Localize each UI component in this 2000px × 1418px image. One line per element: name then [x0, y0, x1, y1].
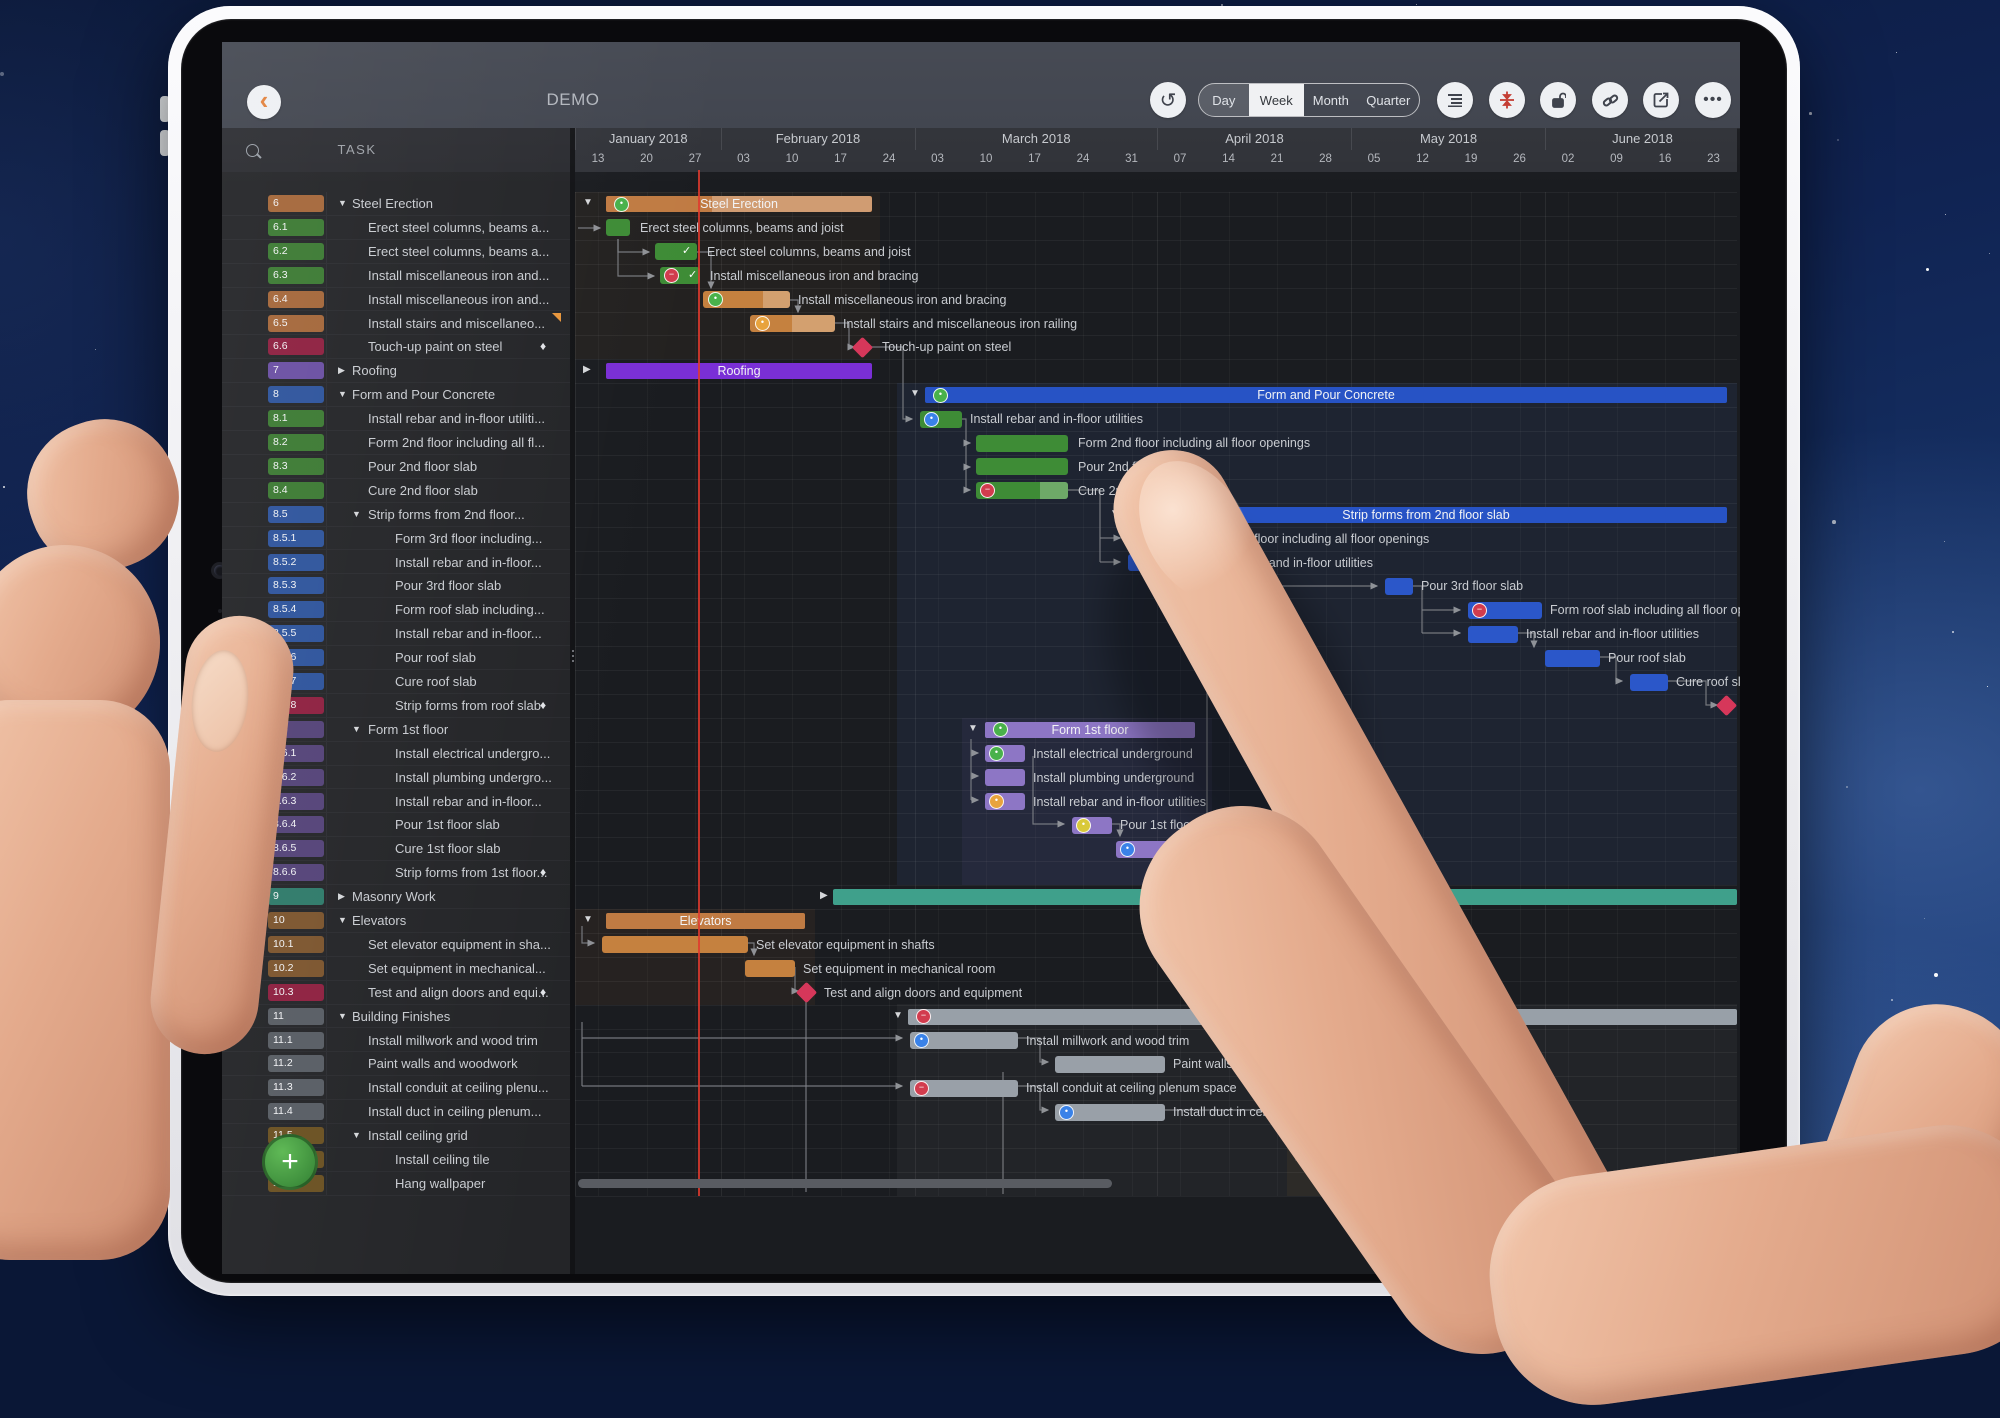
- bar-label: Test and align doors and equipment: [824, 985, 1023, 1000]
- bar-label: Install millwork and wood trim: [1026, 1033, 1190, 1048]
- task-bar[interactable]: [976, 458, 1068, 476]
- bar-label: Install rebar and in-floor utilities: [1526, 627, 1699, 642]
- bar-label: Install stairs and miscellaneous iron ra…: [843, 316, 1078, 331]
- star: [1837, 139, 1840, 142]
- status-icon: •: [614, 196, 629, 212]
- status-icon: •: [1076, 817, 1091, 833]
- star: [1846, 786, 1848, 788]
- disclosure-triangle-icon[interactable]: ▼: [583, 914, 593, 925]
- star: [1987, 686, 1989, 688]
- bar-label: Set equipment in mechanical room: [803, 961, 996, 976]
- bar-label: Pour 3rd floor slab: [1421, 579, 1524, 594]
- star: [1832, 520, 1836, 524]
- bar-label: Form 2nd floor including all floor openi…: [1078, 436, 1311, 450]
- task-bar[interactable]: [1055, 1055, 1165, 1073]
- task-bar[interactable]: [602, 936, 748, 954]
- bar-label: Form and Pour Concrete: [1257, 388, 1395, 403]
- bar-label: Cure roof slab: [1676, 675, 1740, 689]
- star: [0, 72, 5, 77]
- bar-progress-segment: [1040, 482, 1068, 500]
- bar-label: Roofing: [717, 364, 761, 379]
- task-bar[interactable]: [1385, 577, 1413, 595]
- bar-label: Install conduit at ceiling plenum space: [1026, 1081, 1237, 1096]
- star: [1944, 541, 1946, 543]
- bar-label: Install miscellaneous iron and bracing: [798, 292, 1007, 307]
- bar-label: Touch-up paint on steel: [882, 340, 1012, 355]
- star: [1924, 918, 1926, 920]
- left-hand-palm: [0, 700, 170, 1260]
- add-task-button[interactable]: +: [262, 1134, 318, 1190]
- star: [1945, 214, 1947, 216]
- disclosure-triangle-icon[interactable]: ▼: [893, 1010, 903, 1021]
- status-icon: −: [1472, 602, 1487, 618]
- bar-label: Set elevator equipment in shafts: [756, 937, 935, 952]
- task-bar[interactable]: [976, 434, 1068, 452]
- bar-label: Erect steel columns, beams and joist: [640, 220, 844, 235]
- status-icon: −: [916, 1009, 931, 1025]
- star: [1891, 999, 1894, 1002]
- star: [1926, 268, 1929, 271]
- bar-progress-segment: [763, 291, 790, 309]
- star: [3, 486, 6, 489]
- star: [95, 349, 97, 351]
- star: [1416, 4, 1418, 6]
- task-bar[interactable]: [1468, 625, 1518, 643]
- disclosure-triangle-icon[interactable]: ▼: [910, 388, 920, 399]
- status-icon: •: [1059, 1104, 1074, 1120]
- task-bar[interactable]: [606, 219, 630, 237]
- bar-label: Pour roof slab: [1608, 651, 1686, 666]
- disclosure-triangle-icon[interactable]: ▼: [583, 197, 593, 208]
- status-icon: •: [914, 1033, 929, 1048]
- star: [1934, 973, 1939, 978]
- task-bar[interactable]: [1545, 649, 1600, 667]
- status-icon: •: [755, 316, 770, 331]
- bar-label: Steel Erection: [700, 197, 778, 211]
- status-icon: •: [933, 387, 948, 403]
- star: [1952, 631, 1955, 634]
- status-icon: •: [924, 411, 939, 427]
- bar-label: Erect steel columns, beams and joist: [707, 244, 911, 259]
- status-icon: •: [708, 292, 723, 308]
- star: [1809, 112, 1812, 115]
- task-bar[interactable]: [985, 769, 1025, 787]
- disclosure-triangle-icon[interactable]: ▶: [820, 890, 828, 901]
- status-icon: −: [914, 1080, 929, 1096]
- bar-label: Form roof slab including all floor openi…: [1550, 603, 1740, 618]
- bar-label: Elevators: [679, 914, 732, 928]
- star: [1896, 52, 1898, 54]
- checkmark-icon: ✓: [688, 268, 698, 281]
- today-line: [698, 170, 700, 1196]
- bar-label: Install rebar and in-floor utilities: [970, 412, 1143, 427]
- bar-progress-segment: [792, 315, 835, 332]
- star: [1989, 253, 1991, 255]
- scene: { "toolbar":{ "title":"DEMO", "views":["…: [0, 0, 2000, 1418]
- disclosure-triangle-icon[interactable]: ▶: [583, 364, 591, 375]
- bar-label: Install miscellaneous iron and bracing: [710, 268, 919, 283]
- task-bar[interactable]: [745, 960, 795, 978]
- checkmark-icon: ✓: [682, 244, 692, 257]
- chart-scrollbar[interactable]: [578, 1179, 1112, 1188]
- disclosure-triangle-icon[interactable]: ▼: [968, 723, 978, 734]
- status-icon: •: [989, 794, 1004, 809]
- task-bar[interactable]: [1630, 673, 1668, 691]
- status-icon: •: [1120, 841, 1135, 857]
